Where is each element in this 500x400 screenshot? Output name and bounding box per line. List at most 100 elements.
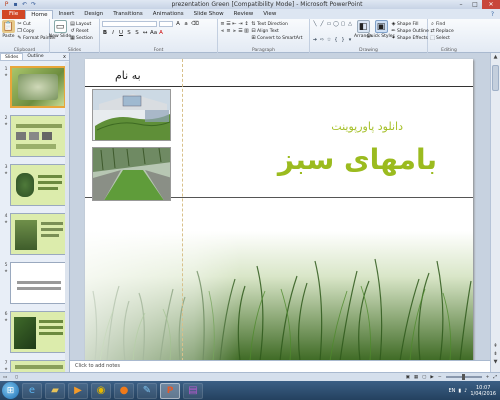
align-text-button[interactable]: ⊟ Align Text <box>251 28 302 34</box>
slideshow-view-icon[interactable]: ▶ <box>430 375 433 380</box>
zoom-slider[interactable] <box>445 374 482 380</box>
scroll-up-icon[interactable]: ▲ <box>491 54 500 60</box>
shape-star-icon[interactable]: ☆ <box>326 37 332 43</box>
firefox-icon[interactable]: ● <box>114 382 134 399</box>
paint-icon[interactable]: ✎ <box>137 382 157 399</box>
layout-button[interactable]: ▤ Layout <box>70 21 93 27</box>
shrink-font-icon[interactable]: a <box>183 21 189 27</box>
powerpoint-logo-icon[interactable]: P <box>3 1 10 8</box>
green-roof-photo-1[interactable] <box>92 89 171 141</box>
replace-button[interactable]: ⇄ Replace <box>430 28 453 34</box>
vertical-scrollbar[interactable]: ▲ ⇞ ⇟ ▼ <box>490 53 500 373</box>
panel-close-icon[interactable]: x <box>63 53 66 60</box>
close-icon[interactable]: ✕ <box>482 0 500 9</box>
shape-more-icon[interactable]: ▾ <box>347 37 353 43</box>
chrome-icon[interactable]: ◉ <box>91 382 111 399</box>
current-slide[interactable]: به نام دانلود پاورپوینت بامهای سبز <box>85 59 473 361</box>
minimize-icon[interactable]: – <box>454 0 468 9</box>
shape-outline-button[interactable]: ✏ Shape Outline <box>391 28 428 34</box>
clock[interactable]: 10:07 1/04/2016 <box>470 385 496 397</box>
shadow-icon[interactable]: S <box>134 30 140 36</box>
shape-line2-icon[interactable]: ╱ <box>319 21 325 27</box>
zoom-knob[interactable] <box>461 374 465 380</box>
italic-button[interactable]: I <box>110 30 116 36</box>
shape-rect-icon[interactable]: ▭ <box>326 21 332 27</box>
volume-icon[interactable]: ♪ <box>464 388 467 394</box>
tab-outline-panel[interactable]: Outline <box>23 53 47 60</box>
shape-arrow-icon[interactable]: ➔ <box>312 37 318 43</box>
shape-brace2-icon[interactable]: } <box>340 37 346 43</box>
clear-format-icon[interactable]: ⌫ <box>191 21 199 27</box>
help-icon[interactable]: ? <box>491 10 494 19</box>
reading-view-icon[interactable]: ▢ <box>422 375 426 380</box>
change-case-icon[interactable]: Aa <box>150 30 157 36</box>
align-left-icon[interactable]: ⫷ <box>220 28 225 34</box>
underline-button[interactable]: U <box>118 30 124 36</box>
shape-oval-icon[interactable]: ◯ <box>333 21 339 27</box>
find-button[interactable]: ⌕ Find <box>430 21 454 27</box>
thumbnail-scrollbar[interactable] <box>65 62 69 373</box>
grow-font-icon[interactable]: A <box>175 21 181 27</box>
bullets-icon[interactable]: ≡ <box>220 21 225 27</box>
slide-sorter-icon[interactable]: ▦ <box>414 375 418 380</box>
increase-indent-icon[interactable]: ⇥ <box>238 21 243 27</box>
scrollbar-thumb[interactable] <box>492 65 499 91</box>
scroll-down-icon[interactable]: ▼ <box>491 359 500 365</box>
slide-thumbnail[interactable]: 5 ★ <box>2 262 68 305</box>
shape-triangle-icon[interactable]: △ <box>347 21 353 27</box>
slide-thumbnail[interactable]: 4 ★ <box>2 213 68 256</box>
winrar-icon[interactable]: ▤ <box>183 382 203 399</box>
smartart-button[interactable]: ⊞ Convert to SmartArt <box>251 35 302 41</box>
strikethrough-button[interactable]: S <box>126 30 132 36</box>
tab-file[interactable]: File <box>2 10 26 19</box>
slide-subtitle[interactable]: دانلود پاورپوینت <box>331 120 403 133</box>
powerpoint-icon[interactable]: P <box>160 382 180 399</box>
align-center-icon[interactable]: ≡ <box>226 28 231 34</box>
justify-icon[interactable]: ☰ <box>238 28 243 34</box>
columns-icon[interactable]: ▥ <box>244 28 249 34</box>
tab-view[interactable]: View <box>258 10 281 19</box>
slide-thumbnail[interactable]: 1 ★ <box>2 66 68 109</box>
maximize-icon[interactable]: □ <box>468 0 482 9</box>
shape-arrow2-icon[interactable]: ⇨ <box>319 37 325 43</box>
text-direction-button[interactable]: ⇅ Text Direction <box>251 21 302 27</box>
tab-transitions[interactable]: Transitions <box>108 10 147 19</box>
bold-button[interactable]: B <box>102 30 108 36</box>
tab-insert[interactable]: Insert <box>53 10 79 19</box>
font-size-select[interactable] <box>159 20 173 27</box>
slide-thumbnail[interactable]: 2 ★ <box>2 115 68 158</box>
language-icon[interactable]: EN <box>448 388 455 394</box>
shape-rounded-icon[interactable]: ▢ <box>340 21 346 27</box>
undo-icon[interactable]: ↶ <box>21 1 28 8</box>
media-player-icon[interactable]: ▶ <box>68 382 88 399</box>
font-color-icon[interactable]: A <box>158 30 164 36</box>
tab-slides-panel[interactable]: Slides <box>0 53 24 60</box>
zoom-in-icon[interactable]: + <box>486 375 490 380</box>
green-roof-photo-2[interactable] <box>92 147 171 201</box>
section-button[interactable]: ▦ Section <box>70 35 93 41</box>
shape-fill-button[interactable]: ◈ Shape Fill <box>391 21 429 27</box>
tab-slide-show[interactable]: Slide Show <box>189 10 229 19</box>
tab-review[interactable]: Review <box>229 10 259 19</box>
folder-icon[interactable]: ▰ <box>45 382 65 399</box>
zoom-out-icon[interactable]: − <box>438 375 442 380</box>
numbering-icon[interactable]: ☰ <box>226 21 231 27</box>
prev-slide-icon[interactable]: ⇞ <box>491 343 500 349</box>
decrease-indent-icon[interactable]: ⇤ <box>232 21 237 27</box>
redo-icon[interactable]: ↷ <box>30 1 37 8</box>
shape-effects-button[interactable]: ✦ Shape Effects <box>391 35 429 41</box>
select-button[interactable]: ⬚ Select <box>430 35 454 41</box>
shape-line-icon[interactable]: ╲ <box>312 21 318 27</box>
font-name-select[interactable] <box>102 20 157 27</box>
slide-thumbnail[interactable]: 6 ★ <box>2 311 68 354</box>
shape-brace-icon[interactable]: { <box>333 37 339 43</box>
normal-view-icon[interactable]: ▣ <box>406 375 410 380</box>
slide-thumbnail[interactable]: 3 ★ <box>2 164 68 207</box>
next-slide-icon[interactable]: ⇟ <box>491 351 500 357</box>
start-button[interactable]: ⊞ <box>2 382 19 399</box>
tab-home[interactable]: Home <box>25 10 54 19</box>
char-spacing-icon[interactable]: ↔ <box>142 30 148 36</box>
line-spacing-icon[interactable]: ↕ <box>244 21 249 27</box>
tab-design[interactable]: Design <box>79 10 108 19</box>
reset-button[interactable]: ↺ Reset <box>70 28 93 34</box>
